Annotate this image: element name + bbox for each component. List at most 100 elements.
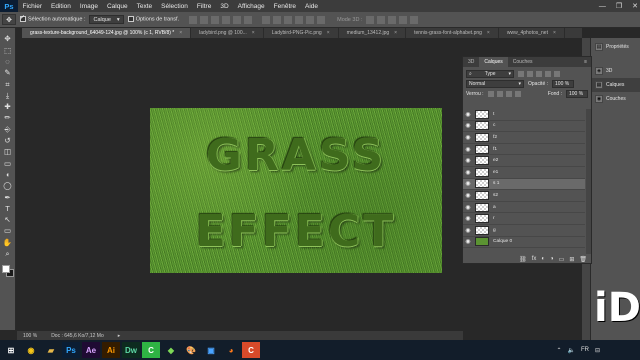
distribute-icon[interactable] xyxy=(262,15,271,24)
mask-icon[interactable]: ◐ xyxy=(541,256,545,262)
lasso-icon[interactable]: ◌ xyxy=(2,57,14,67)
eye-icon[interactable]: ◉ xyxy=(463,134,473,141)
trash-icon[interactable]: 🗑 xyxy=(579,256,587,263)
dw-icon[interactable]: Dw xyxy=(122,342,140,358)
layer-row[interactable]: ◉ g xyxy=(463,225,585,237)
layer-row[interactable]: ◉ e2 xyxy=(463,155,585,167)
close-tab-icon[interactable]: × xyxy=(487,30,490,36)
document-tab[interactable]: Ladybird-PNG-Pic.png × xyxy=(264,28,339,38)
dock-item-propriétés[interactable]: ▤ Propriétés xyxy=(591,40,640,54)
layer-row[interactable]: ◉ c xyxy=(463,121,585,133)
menu-item-aide[interactable]: Aide xyxy=(301,3,323,10)
document-tab[interactable]: medium_13412.jpg × xyxy=(339,28,407,38)
distribute-icon[interactable] xyxy=(306,15,315,24)
layer-row[interactable]: ◉ e1 xyxy=(463,167,585,179)
menu-item-image[interactable]: Image xyxy=(75,3,102,10)
tab-calques[interactable]: Calques xyxy=(479,57,508,67)
layer-row[interactable]: ◉ t xyxy=(463,109,585,121)
3d-pan-icon[interactable] xyxy=(388,15,397,24)
distribute-icon[interactable] xyxy=(295,15,304,24)
close-tab-icon[interactable]: × xyxy=(553,30,556,36)
eye-icon[interactable]: ◉ xyxy=(463,215,473,222)
eye-icon[interactable]: ◉ xyxy=(463,146,473,153)
layer-row[interactable]: ◉ s 1 xyxy=(463,178,585,191)
tab-3d[interactable]: 3D xyxy=(463,57,479,67)
move-tool-preset-icon[interactable]: ✥ xyxy=(2,14,16,25)
notification-icon[interactable]: ⊟ xyxy=(595,347,600,354)
ai-icon[interactable]: Ai xyxy=(102,342,120,358)
3d-rotate-icon[interactable] xyxy=(366,15,375,24)
close-tab-icon[interactable]: × xyxy=(394,30,397,36)
foreground-color-swatch[interactable] xyxy=(1,264,10,273)
lock-all-icon[interactable] xyxy=(514,91,521,97)
type-filter-icon[interactable] xyxy=(536,71,542,77)
eye-icon[interactable]: ◉ xyxy=(463,204,473,211)
start-icon[interactable]: ⊞ xyxy=(2,342,20,358)
lock-pixels-icon[interactable] xyxy=(487,91,494,97)
layer-row[interactable]: ◉ f1 xyxy=(463,144,585,156)
camtasia-icon[interactable]: C xyxy=(142,342,160,358)
hand-icon[interactable]: ✋ xyxy=(2,237,14,247)
shape-icon[interactable]: ▭ xyxy=(2,226,14,236)
align-icon[interactable] xyxy=(211,15,220,24)
tab-couches[interactable]: Couches xyxy=(508,57,538,67)
distribute-icon[interactable] xyxy=(317,15,326,24)
shape-filter-icon[interactable] xyxy=(545,71,551,77)
type-icon[interactable]: T xyxy=(2,203,14,213)
new-layer-icon[interactable]: ⊞ xyxy=(569,256,574,263)
paint-icon[interactable]: 🎨 xyxy=(182,342,200,358)
opacity-field[interactable]: 100 % xyxy=(552,80,575,88)
auto-select-dropdown[interactable]: Calque ▾ xyxy=(89,15,124,24)
menu-item-filtre[interactable]: Filtre xyxy=(192,3,215,10)
pixel-filter-icon[interactable] xyxy=(518,71,524,77)
menu-item-3d[interactable]: 3D xyxy=(216,3,233,10)
document-tab[interactable]: ladybird.png @ 100... × xyxy=(191,28,264,38)
eye-icon[interactable]: ◉ xyxy=(463,227,473,234)
fill-field[interactable]: 100 % xyxy=(566,90,588,98)
ae-icon[interactable]: Ae xyxy=(82,342,100,358)
lock-position-icon[interactable] xyxy=(505,91,512,97)
ps-taskbar-icon[interactable]: Ps xyxy=(62,342,80,358)
auto-select-checkbox[interactable]: Sélection automatique : xyxy=(20,14,85,23)
eye-icon[interactable]: ◉ xyxy=(463,192,473,199)
layer-row[interactable]: ◉ a xyxy=(463,202,585,214)
document-tab[interactable]: tennis-grass-font-alphabet.png × xyxy=(406,28,499,38)
history-brush-icon[interactable]: ↺ xyxy=(2,136,14,146)
blur-icon[interactable]: ◖ xyxy=(2,170,14,180)
volume-icon[interactable]: 🔈 xyxy=(567,347,574,354)
3d-slide-icon[interactable] xyxy=(399,15,408,24)
align-icon[interactable] xyxy=(244,15,253,24)
3d-roll-icon[interactable] xyxy=(377,15,386,24)
menu-item-edition[interactable]: Edition xyxy=(47,3,76,10)
gradient-icon[interactable]: ▭ xyxy=(2,158,14,168)
distribute-icon[interactable] xyxy=(284,15,293,24)
blend-mode-dropdown[interactable]: Normal ▾ xyxy=(466,80,524,88)
zoom-icon[interactable]: ⌕ xyxy=(2,249,14,259)
tray-up-icon[interactable]: ⌃ xyxy=(556,347,561,354)
lock-paint-icon[interactable] xyxy=(496,91,503,97)
move-icon[interactable]: ✥ xyxy=(2,34,14,44)
menu-item-sélection[interactable]: Sélection xyxy=(157,3,193,10)
transform-checkbox[interactable]: Options de transf. xyxy=(127,16,179,23)
media-icon[interactable]: ▣ xyxy=(202,342,220,358)
eye-icon[interactable]: ◉ xyxy=(463,157,473,164)
eraser-icon[interactable]: ◫ xyxy=(2,147,14,157)
explorer-icon[interactable]: ▰ xyxy=(42,342,60,358)
menu-item-affichage[interactable]: Affichage xyxy=(233,3,269,10)
marquee-icon[interactable]: ⬚ xyxy=(2,45,14,55)
menu-item-fenêtre[interactable]: Fenêtre xyxy=(269,3,300,10)
green-app-icon[interactable]: ◆ xyxy=(162,342,180,358)
close-tab-icon[interactable]: × xyxy=(252,30,255,36)
layer-row[interactable]: ◉ Calque 0 xyxy=(463,237,585,249)
align-icon[interactable] xyxy=(222,15,231,24)
menu-item-calque[interactable]: Calque xyxy=(102,3,132,10)
color-swatches[interactable] xyxy=(1,264,15,278)
eye-icon[interactable]: ◉ xyxy=(463,111,473,118)
close-icon[interactable]: ✕ xyxy=(632,2,638,10)
brush-icon[interactable]: ✏ xyxy=(2,113,14,123)
stamp-icon[interactable]: ⎆ xyxy=(2,124,14,134)
chrome-icon[interactable]: ◉ xyxy=(22,342,40,358)
healing-icon[interactable]: ✚ xyxy=(2,102,14,112)
layer-scrollbar[interactable] xyxy=(586,109,591,254)
panel-menu-icon[interactable]: ≡ xyxy=(584,59,591,65)
